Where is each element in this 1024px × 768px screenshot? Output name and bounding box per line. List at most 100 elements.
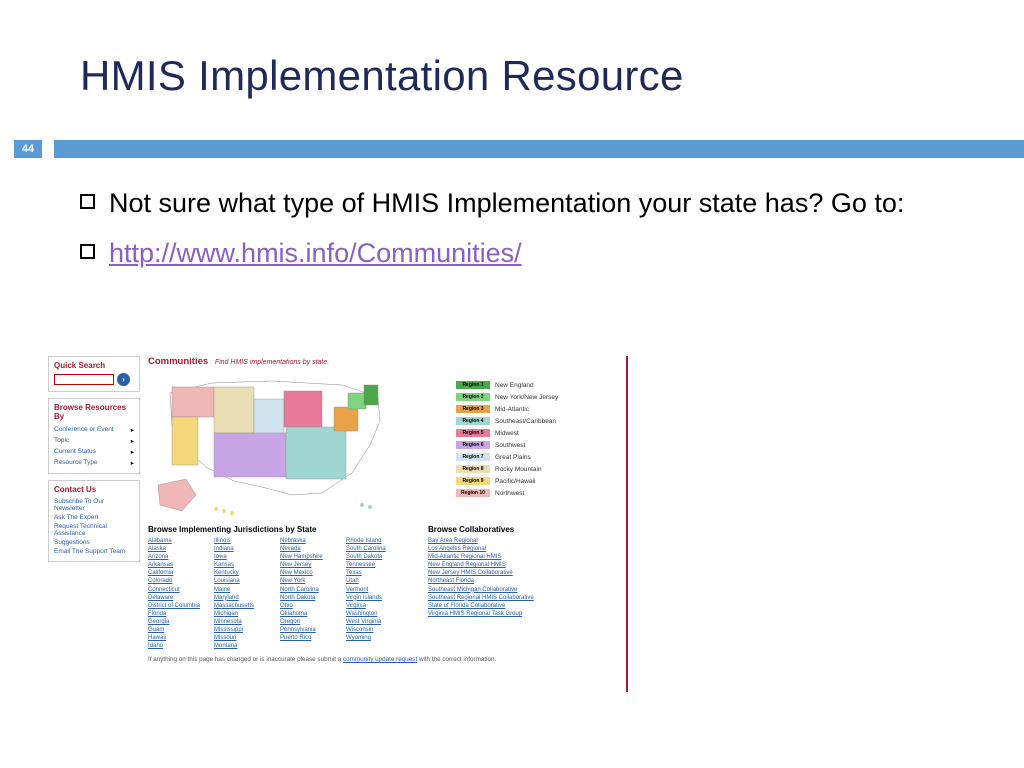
state-link[interactable]: Nevada (280, 545, 340, 553)
resource-link[interactable]: http://www.hmis.info/Communities/ (109, 235, 522, 271)
legend-swatch: Region 2 (456, 393, 490, 401)
states-heading: Browse Implementing Jurisdictions by Sta… (148, 525, 406, 534)
state-link[interactable]: Tennessee (346, 561, 406, 569)
collaborative-link[interactable]: Southeast Michigan Collaborative (428, 586, 568, 594)
contact-us-item[interactable]: Request Technical Assistance (54, 522, 134, 538)
browse-by-item[interactable]: Current Status▸ (54, 446, 134, 457)
state-link[interactable]: Michigan (214, 610, 274, 618)
state-link[interactable]: Arizona (148, 553, 208, 561)
collaborative-link[interactable]: Los Angeles Regional (428, 545, 568, 553)
state-link[interactable]: Vermont (346, 586, 406, 594)
browse-by-item[interactable]: Topic▸ (54, 435, 134, 446)
state-link[interactable]: Alabama (148, 537, 208, 545)
state-link[interactable]: Louisiana (214, 577, 274, 585)
state-link[interactable]: South Dakota (346, 553, 406, 561)
state-link[interactable]: Pennsylvania (280, 626, 340, 634)
legend-row: Region 4Southeast/Caribbean (456, 415, 558, 427)
browse-by-item[interactable]: Conference or Event▸ (54, 424, 134, 435)
state-link[interactable]: Virgin Islands (346, 594, 406, 602)
search-go-icon[interactable]: › (117, 373, 130, 386)
state-link[interactable]: Puerto Rico (280, 634, 340, 642)
contact-us-item[interactable]: Email The Support Team (54, 547, 134, 556)
state-link[interactable]: New York (280, 577, 340, 585)
community-update-link[interactable]: community update request (343, 656, 417, 663)
state-link[interactable]: New Hampshire (280, 553, 340, 561)
state-link[interactable]: Florida (148, 610, 208, 618)
search-input[interactable] (54, 374, 114, 385)
collaborative-link[interactable]: New England Regional HMIS (428, 561, 568, 569)
slide: HMIS Implementation Resource 44 Not sure… (0, 0, 1024, 768)
state-link[interactable]: Texas (346, 569, 406, 577)
page-title: HMIS Implementation Resource (80, 52, 684, 100)
state-link[interactable]: Oklahoma (280, 610, 340, 618)
state-link[interactable]: North Dakota (280, 594, 340, 602)
collaborative-link[interactable]: State of Florida Collaborative (428, 602, 568, 610)
state-link[interactable]: Maine (214, 586, 274, 594)
state-link[interactable]: Guam (148, 626, 208, 634)
state-link[interactable]: Montana (214, 642, 274, 650)
collaborative-link[interactable]: New Jersey HMIS Collaborative (428, 569, 568, 577)
state-link[interactable]: Wisconsin (346, 626, 406, 634)
state-link[interactable]: Minnesota (214, 618, 274, 626)
state-link[interactable]: Maryland (214, 594, 274, 602)
collaborative-link[interactable]: Mid-Atlantic Regional HMIS (428, 553, 568, 561)
communities-heading: Communities Find HMIS implementations by… (148, 356, 620, 367)
state-link[interactable]: Idaho (148, 642, 208, 650)
state-link[interactable]: Arkansas (148, 561, 208, 569)
state-link[interactable]: Virginia (346, 602, 406, 610)
us-map-icon (152, 375, 412, 519)
bullet-item: Not sure what type of HMIS Implementatio… (80, 185, 944, 221)
embedded-screenshot: Quick Search › Browse Resources By Confe… (48, 356, 628, 692)
state-link[interactable]: New Jersey (280, 561, 340, 569)
state-link[interactable]: Alaska (148, 545, 208, 553)
state-link[interactable]: Connecticut (148, 586, 208, 594)
state-link[interactable]: North Carolina (280, 586, 340, 594)
legend-row: Region 7Great Plains (456, 451, 558, 463)
state-link[interactable]: Oregon (280, 618, 340, 626)
browse-by-item[interactable]: Resource Type▸ (54, 457, 134, 468)
state-link[interactable]: District of Columbia (148, 602, 208, 610)
legend-swatch: Region 8 (456, 465, 490, 473)
legend-row: Region 1New England (456, 379, 558, 391)
state-link[interactable]: Mississippi (214, 626, 274, 634)
state-link[interactable]: Massachusetts (214, 602, 274, 610)
state-link[interactable]: Iowa (214, 553, 274, 561)
legend-label: Midwest (495, 430, 519, 437)
state-link[interactable]: Kentucky (214, 569, 274, 577)
state-link[interactable]: West Virginia (346, 618, 406, 626)
contact-us-item[interactable]: Subscribe To Our Newsletter (54, 497, 134, 513)
legend-swatch: Region 5 (456, 429, 490, 437)
state-link[interactable]: Colorado (148, 577, 208, 585)
browse-row: Browse Implementing Jurisdictions by Sta… (148, 525, 620, 650)
state-link[interactable]: New Mexico (280, 569, 340, 577)
state-link[interactable]: Rhode Island (346, 537, 406, 545)
collaborative-link[interactable]: Virginia HMIS Regional Task Group (428, 610, 568, 618)
state-link[interactable]: Hawaii (148, 634, 208, 642)
legend-label: New York/New Jersey (495, 394, 558, 401)
state-link[interactable]: Missouri (214, 634, 274, 642)
legend-label: Southwest (495, 442, 525, 449)
state-link[interactable]: Kansas (214, 561, 274, 569)
collaborative-link[interactable]: Northeast Florida (428, 577, 568, 585)
browse-resources-panel: Browse Resources By Conference or Event▸… (48, 398, 140, 474)
state-link[interactable]: Washington (346, 610, 406, 618)
collaborative-link[interactable]: Southeast Regional HMIS Collaborative (428, 594, 568, 602)
bullet-text: Not sure what type of HMIS Implementatio… (109, 185, 904, 221)
contact-us-item[interactable]: Ask The Expert (54, 513, 134, 522)
legend-swatch: Region 1 (456, 381, 490, 389)
quick-search-panel: Quick Search › (48, 356, 140, 392)
state-link[interactable]: Delaware (148, 594, 208, 602)
state-link[interactable]: Nebraska (280, 537, 340, 545)
state-link[interactable]: Indiana (214, 545, 274, 553)
state-link[interactable]: Illinois (214, 537, 274, 545)
state-link[interactable]: Wyoming (346, 634, 406, 642)
state-link[interactable]: Utah (346, 577, 406, 585)
contact-us-item[interactable]: Suggestions (54, 538, 134, 547)
legend-label: Northwest (495, 490, 524, 497)
collaborative-link[interactable]: Bay Area Regional (428, 537, 568, 545)
state-link[interactable]: South Carolina (346, 545, 406, 553)
state-link[interactable]: Georgia (148, 618, 208, 626)
state-link[interactable]: California (148, 569, 208, 577)
legend-swatch: Region 9 (456, 477, 490, 485)
state-link[interactable]: Ohio (280, 602, 340, 610)
